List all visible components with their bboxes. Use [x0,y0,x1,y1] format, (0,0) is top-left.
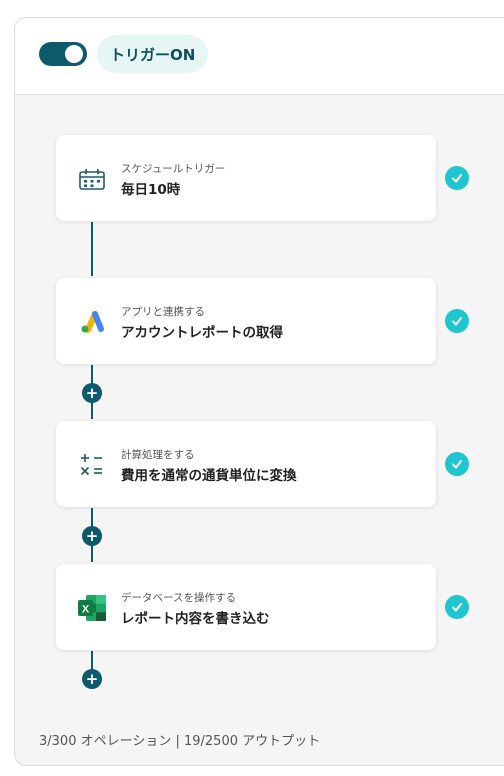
calculator-icon [76,451,108,479]
add-step-button[interactable]: + [82,526,102,546]
step-complete-icon [445,595,469,619]
step-complete-icon [445,309,469,333]
step-card-schedule-trigger[interactable]: スケジュールトリガー 毎日10時 [56,135,436,221]
flow-header: トリガーON [15,18,504,95]
step-complete-icon [445,166,469,190]
trigger-toggle[interactable] [39,42,87,66]
calendar-clock-icon [76,165,108,193]
step-title: 毎日10時 [121,182,181,198]
usage-summary: 3/300 オペレーション | 19/2500 アウトプット [39,734,321,749]
step-title: アカウントレポートの取得 [121,325,283,341]
step-card-app-integration[interactable]: アプリと連携する アカウントレポートの取得 [56,278,436,364]
step-category: スケジュールトリガー [121,163,226,175]
step-card-calculation[interactable]: 計算処理をする 費用を通常の通貨単位に変換 [56,421,436,507]
svg-text:X: X [82,604,90,616]
add-step-button[interactable]: + [82,383,102,403]
add-step-button[interactable]: + [82,669,102,689]
flow-connector [91,222,93,276]
trigger-status-badge: トリガーON [97,35,209,73]
google-ads-icon [76,308,108,336]
step-category: 計算処理をする [121,449,195,461]
step-title: 費用を通常の通貨単位に変換 [121,468,297,484]
step-category: アプリと連携する [121,306,205,318]
flow-panel: トリガーON + + + スケジュールトリガー 毎日10時 アプリと連携する ア… [14,17,504,766]
excel-icon: X [76,594,108,622]
step-title: レポート内容を書き込む [121,611,270,627]
step-category: データベースを操作する [121,592,236,604]
step-complete-icon [445,452,469,476]
toggle-knob [65,45,83,63]
step-card-database[interactable]: X データベースを操作する レポート内容を書き込む [56,564,436,650]
